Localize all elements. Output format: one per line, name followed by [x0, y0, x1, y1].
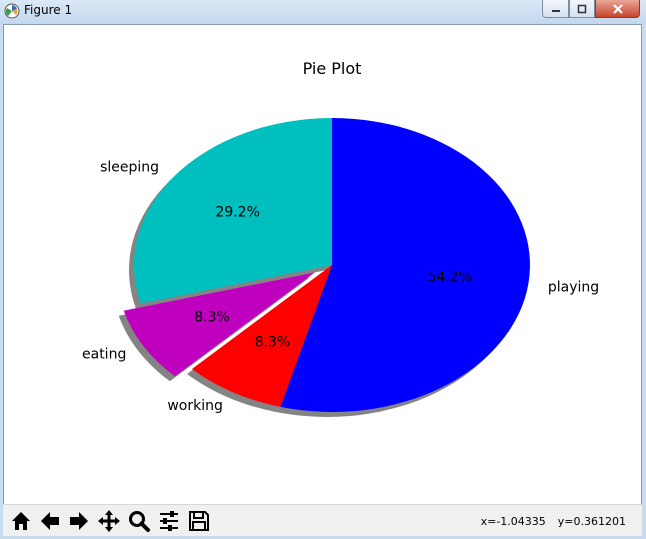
window-title: Figure 1: [24, 3, 73, 17]
slice-pct-working: 8.3%: [255, 334, 291, 350]
forward-button[interactable]: [65, 507, 93, 535]
coord-x: x=-1.04335: [480, 515, 546, 528]
maximize-icon: [577, 4, 587, 13]
slice-label-playing: playing: [548, 279, 599, 295]
pan-button[interactable]: [95, 507, 123, 535]
pie-slice-layer: [123, 118, 530, 412]
pan-icon: [98, 510, 120, 532]
back-button[interactable]: [36, 507, 64, 535]
save-icon: [189, 511, 209, 531]
home-button[interactable]: [7, 507, 35, 535]
slice-pct-playing: 54.2%: [428, 270, 472, 286]
close-icon: [612, 3, 623, 14]
back-icon: [41, 512, 59, 530]
slice-label-sleeping: sleeping: [100, 160, 159, 176]
chart-title: Pie Plot: [303, 59, 362, 78]
maximize-button[interactable]: [569, 0, 595, 18]
minimize-button[interactable]: [542, 0, 569, 18]
slice-pct-sleeping: 29.2%: [215, 204, 259, 220]
window-controls: [542, 0, 640, 18]
close-button[interactable]: [595, 0, 640, 18]
home-icon: [12, 512, 30, 530]
slice-pct-eating: 8.3%: [194, 310, 230, 326]
figure-window: Figure 1 Pie Plot playing 54.2% working 8.3…: [0, 0, 646, 539]
figure-canvas[interactable]: Pie Plot playing 54.2% working 8.3% eating 8.…: [3, 24, 642, 536]
cursor-coordinates: x=-1.04335 y=0.361201: [469, 515, 626, 528]
configure-icon: [160, 511, 178, 531]
navigation-toolbar: x=-1.04335 y=0.361201: [3, 504, 642, 536]
save-button[interactable]: [185, 507, 213, 535]
matplotlib-icon: [4, 3, 20, 19]
forward-icon: [70, 512, 88, 530]
title-bar[interactable]: Figure 1: [0, 0, 646, 24]
pie-chart: Pie Plot playing 54.2% working 8.3% eating 8.…: [82, 59, 599, 417]
coord-y: y=0.361201: [557, 515, 626, 528]
slice-label-eating: eating: [82, 346, 126, 362]
slice-label-working: working: [167, 398, 223, 414]
zoom-button[interactable]: [125, 507, 153, 535]
zoom-icon: [129, 511, 150, 532]
configure-subplots-button[interactable]: [155, 507, 183, 535]
minimize-icon: [551, 9, 560, 12]
